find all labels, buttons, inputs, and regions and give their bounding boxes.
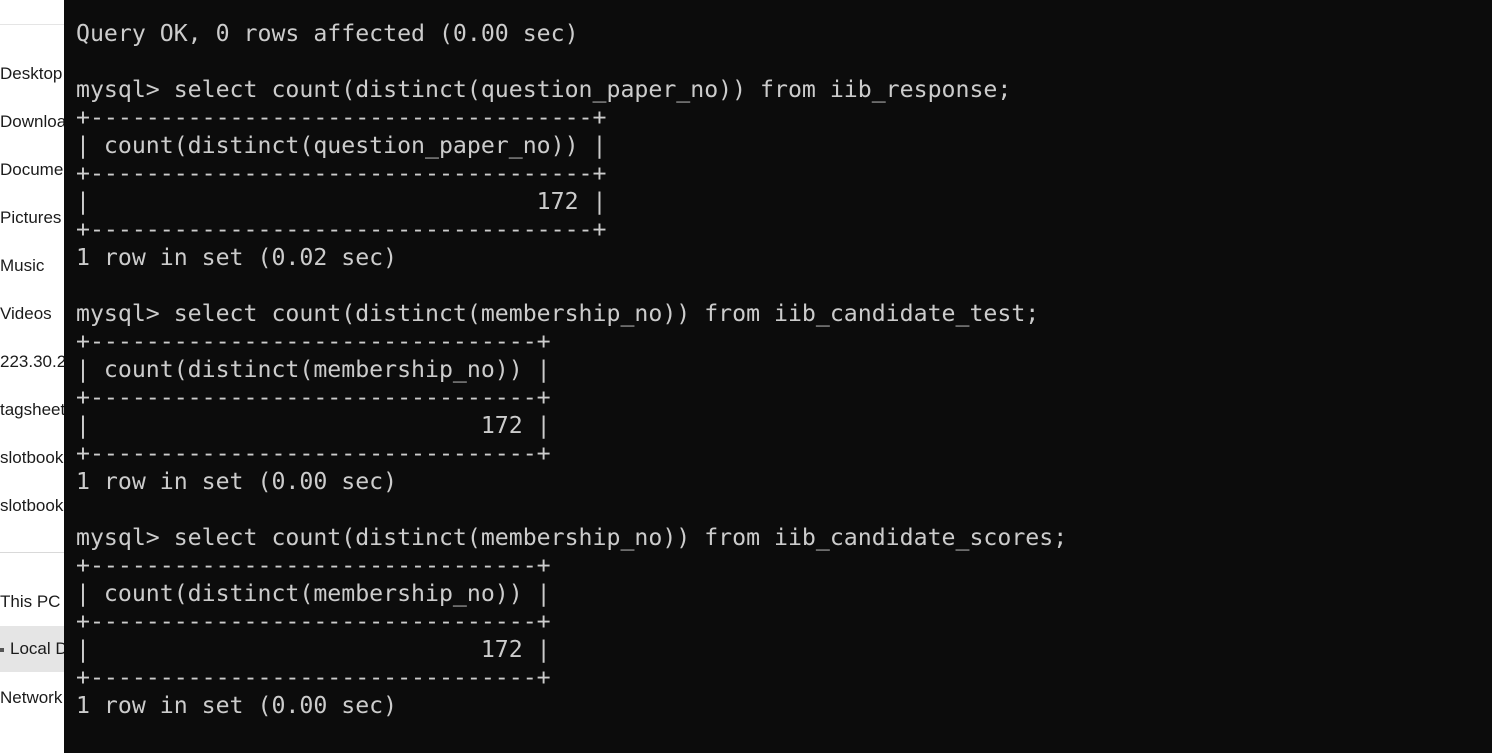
terminal-line: +------------------------------------+: [76, 216, 607, 243]
terminal-line: mysql> select count(distinct(membership_…: [76, 300, 1040, 327]
terminal-line: | count(distinct(membership_no)) |: [76, 356, 551, 383]
explorer-navigation-pane: Desktop Downloads Documents Pictures Mus…: [0, 0, 64, 753]
terminal-line: 1 row in set (0.00 sec): [76, 468, 398, 495]
nav-item-pictures[interactable]: Pictures: [0, 206, 61, 230]
nav-item-label: Downloads: [0, 112, 64, 131]
drive-icon: [0, 647, 4, 652]
terminal-line: 1 row in set (0.00 sec): [76, 692, 398, 719]
terminal-line: | 172 |: [76, 188, 607, 215]
terminal-line: +--------------------------------+: [76, 440, 551, 467]
nav-item-folder-tagsheet[interactable]: tagsheet: [0, 398, 64, 422]
terminal-line: | 172 |: [76, 412, 551, 439]
nav-item-label: Documents: [0, 160, 64, 179]
nav-item-label: Local D: [10, 639, 64, 658]
nav-item-label: Music: [0, 256, 45, 275]
terminal-line: +--------------------------------+: [76, 608, 551, 635]
nav-item-folder-slotbook-1[interactable]: slotbook: [0, 446, 63, 470]
screen: Desktop Downloads Documents Pictures Mus…: [0, 0, 1492, 753]
terminal-line: +--------------------------------+: [76, 328, 551, 355]
nav-item-downloads[interactable]: Downloads: [0, 110, 64, 134]
nav-item-label: 223.30.2: [0, 352, 64, 371]
explorer-divider: [0, 24, 64, 25]
terminal-line: mysql> select count(distinct(question_pa…: [76, 76, 1012, 103]
terminal-line: mysql> select count(distinct(membership_…: [76, 524, 1068, 551]
nav-item-music[interactable]: Music: [0, 254, 44, 278]
terminal-line: | count(distinct(question_paper_no)) |: [76, 132, 607, 159]
nav-item-label: tagsheet: [0, 400, 64, 419]
terminal-line: 1 row in set (0.02 sec): [76, 244, 398, 271]
nav-item-label: Pictures: [0, 208, 62, 227]
terminal-line: | 172 |: [76, 636, 551, 663]
terminal-window[interactable]: Query OK, 0 rows affected (0.00 sec) mysq…: [64, 0, 1492, 753]
nav-item-label: This PC: [0, 592, 61, 611]
nav-item-desktop[interactable]: Desktop: [0, 62, 62, 86]
nav-item-documents[interactable]: Documents: [0, 158, 64, 182]
nav-item-label: Desktop: [0, 64, 63, 83]
nav-item-this-pc[interactable]: This PC: [0, 590, 60, 614]
terminal-line: +--------------------------------+: [76, 552, 551, 579]
terminal-line: | count(distinct(membership_no)) |: [76, 580, 551, 607]
nav-item-local-disk[interactable]: Local D: [0, 626, 64, 672]
nav-item-label: slotbook: [0, 448, 64, 467]
nav-item-label: Videos: [0, 304, 52, 323]
terminal-line: +------------------------------------+: [76, 104, 607, 131]
terminal-line: +--------------------------------+: [76, 664, 551, 691]
nav-item-network[interactable]: Network: [0, 686, 62, 710]
nav-item-folder-slotbook-2[interactable]: slotbook: [0, 494, 63, 518]
terminal-output[interactable]: Query OK, 0 rows affected (0.00 sec) mysq…: [76, 20, 1067, 720]
terminal-line: +------------------------------------+: [76, 160, 607, 187]
nav-item-folder-223[interactable]: 223.30.2: [0, 350, 64, 374]
nav-section-divider: [0, 552, 64, 553]
terminal-line: Query OK, 0 rows affected (0.00 sec): [76, 20, 579, 47]
nav-item-videos[interactable]: Videos: [0, 302, 52, 326]
nav-item-label: Network: [0, 688, 63, 707]
nav-item-label: slotbook: [0, 496, 64, 515]
terminal-line: +--------------------------------+: [76, 384, 551, 411]
